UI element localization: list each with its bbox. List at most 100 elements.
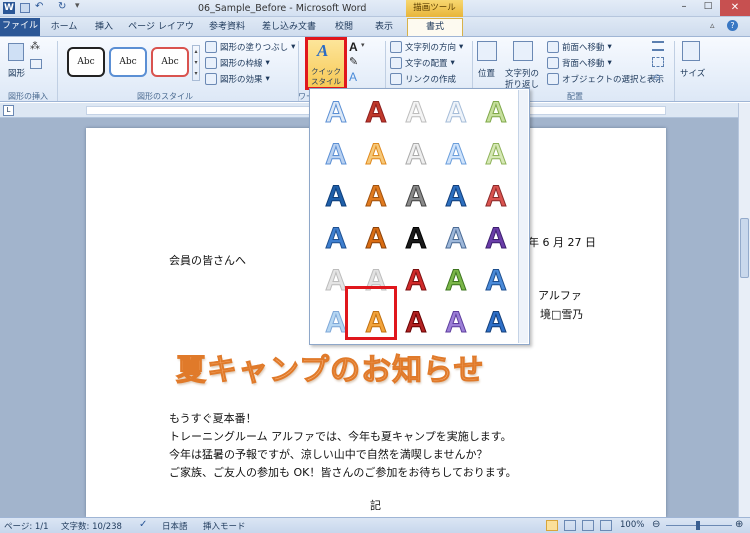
wordart-style-r2-c1[interactable]: A: [317, 136, 355, 174]
scroll-thumb[interactable]: [740, 218, 749, 278]
send-backward-button[interactable]: 背面へ移動 ▾: [547, 57, 612, 69]
page-count[interactable]: ページ: 1/1: [4, 520, 49, 532]
close-button[interactable]: ✕: [720, 0, 750, 16]
wordart-style-r4-c4[interactable]: A: [437, 220, 475, 258]
tab-selector[interactable]: L: [3, 105, 14, 116]
shapes-icon[interactable]: [8, 43, 24, 61]
shape-fill-button[interactable]: 図形の塗りつぶし ▾: [205, 41, 295, 53]
tab-home[interactable]: ホーム: [44, 19, 84, 36]
wordart-style-r3-c3[interactable]: A: [397, 178, 435, 216]
wordart-style-r6-c5[interactable]: A: [477, 304, 515, 342]
textbox-icon[interactable]: [30, 59, 42, 69]
zoom-slider-thumb[interactable]: [696, 521, 700, 530]
text-effects-icon[interactable]: A: [349, 70, 357, 84]
group-separator: [57, 41, 58, 101]
draft-icon[interactable]: [600, 520, 612, 531]
shape-style-black[interactable]: Abc: [67, 47, 105, 77]
wordart-style-r6-c3[interactable]: A: [397, 304, 435, 342]
word-count[interactable]: 文字数: 10/238: [61, 520, 122, 532]
wordart-style-r1-c1[interactable]: A: [317, 94, 355, 132]
wordart-style-r3-c1[interactable]: A: [317, 178, 355, 216]
wordart-style-r5-c4[interactable]: A: [437, 262, 475, 300]
wordart-style-r6-c4[interactable]: A: [437, 304, 475, 342]
wordart-style-r5-c5[interactable]: A: [477, 262, 515, 300]
rotate-icon[interactable]: ⟲: [652, 73, 660, 84]
wordart-style-r5-c3[interactable]: A: [397, 262, 435, 300]
tab-page-layout[interactable]: ページ レイアウト: [124, 19, 198, 48]
doc-sender-org[interactable]: アルファ: [538, 287, 582, 303]
wordart-title[interactable]: 夏キャンプのお知らせ: [176, 345, 485, 389]
wordart-style-r2-c3[interactable]: A: [397, 136, 435, 174]
zoom-in-icon[interactable]: ⊕: [735, 519, 743, 530]
text-outline-icon[interactable]: ✎: [349, 55, 358, 68]
gallery-scrollbar[interactable]: [518, 90, 528, 343]
wordart-style-r4-c2[interactable]: A: [357, 220, 395, 258]
zoom-out-icon[interactable]: ⊖: [652, 519, 660, 530]
bring-forward-button[interactable]: 前面へ移動 ▾: [547, 41, 612, 53]
doc-sender-name[interactable]: 境□雪乃: [540, 306, 583, 322]
print-layout-icon[interactable]: [546, 520, 558, 531]
zoom-level[interactable]: 100%: [620, 520, 644, 530]
wordart-style-r3-c2[interactable]: A: [357, 178, 395, 216]
text-direction-button[interactable]: 文字列の方向 ▾: [390, 41, 463, 53]
wordart-style-r1-c5[interactable]: A: [477, 94, 515, 132]
wordart-style-r4-c5[interactable]: A: [477, 220, 515, 258]
proofing-icon[interactable]: ✓: [139, 519, 147, 530]
doc-line-1[interactable]: もうすぐ夏本番！: [169, 410, 257, 426]
doc-date[interactable]: 年 6 月 27 日: [528, 234, 596, 250]
wordart-style-r2-c4[interactable]: A: [437, 136, 475, 174]
word-app-icon[interactable]: W: [3, 2, 15, 14]
edit-shape-icon[interactable]: ⁂: [30, 41, 40, 52]
wordart-gallery[interactable]: AAAAAAAAAAAAAAAAAAAAAAAAAAAAAA: [309, 88, 530, 345]
style-gallery-scroll[interactable]: ▴ ▾ ▾: [192, 45, 200, 81]
doc-line-2[interactable]: トレーニングルーム アルファでは、今年も夏キャンプを実施します。: [169, 428, 512, 444]
wrap-text-icon[interactable]: [513, 41, 533, 61]
shape-style-blue[interactable]: Abc: [109, 47, 147, 77]
create-link-button[interactable]: リンクの作成: [390, 73, 456, 85]
wordart-style-r2-c2[interactable]: A: [357, 136, 395, 174]
full-screen-icon[interactable]: [564, 520, 576, 531]
position-icon[interactable]: [477, 41, 497, 61]
doc-greeting[interactable]: 会員の皆さんへ: [169, 252, 246, 268]
size-icon[interactable]: [682, 41, 700, 61]
wordart-style-r1-c3[interactable]: A: [397, 94, 435, 132]
wordart-style-r1-c2[interactable]: A: [357, 94, 395, 132]
shape-effects-button[interactable]: 図形の効果 ▾: [205, 73, 270, 85]
group-icon[interactable]: [652, 57, 664, 67]
wordart-style-r3-c5[interactable]: A: [477, 178, 515, 216]
tab-view[interactable]: 表示: [366, 19, 402, 36]
tab-mailings[interactable]: 差し込み文書: [256, 19, 322, 36]
qat-dropdown-icon[interactable]: ▾: [75, 1, 80, 11]
wordart-style-r4-c1[interactable]: A: [317, 220, 355, 258]
wordart-style-r2-c5[interactable]: A: [477, 136, 515, 174]
minimize-button[interactable]: –: [672, 1, 696, 15]
align-icon[interactable]: [652, 41, 664, 51]
maximize-button[interactable]: □: [696, 1, 720, 15]
wordart-style-r3-c4[interactable]: A: [437, 178, 475, 216]
tab-format[interactable]: 書式: [407, 18, 463, 37]
language[interactable]: 日本語: [162, 520, 188, 532]
web-layout-icon[interactable]: [582, 520, 594, 531]
tab-references[interactable]: 参考資料: [202, 19, 252, 36]
tab-insert[interactable]: 挿入: [88, 19, 120, 36]
align-text-button[interactable]: 文字の配置 ▾: [390, 57, 455, 69]
selection-pane-button[interactable]: オブジェクトの選択と表示: [547, 73, 664, 85]
wordart-style-r4-c3[interactable]: A: [397, 220, 435, 258]
vertical-scrollbar[interactable]: [738, 103, 750, 517]
doc-line-4[interactable]: ご家族、ご友人の参加も OK！皆さんのご参加をお待ちしております。: [169, 464, 517, 480]
shape-style-red[interactable]: Abc: [151, 47, 189, 77]
undo-icon[interactable]: ↶: [35, 1, 43, 12]
doc-ki[interactable]: 記: [370, 497, 381, 513]
wordart-style-r1-c4[interactable]: A: [437, 94, 475, 132]
insert-mode[interactable]: 挿入モード: [203, 520, 246, 532]
text-fill-icon[interactable]: A: [349, 40, 358, 54]
ribbon-collapse-icon[interactable]: ▵: [710, 21, 715, 31]
save-icon[interactable]: [20, 3, 30, 13]
help-icon[interactable]: ?: [727, 20, 738, 31]
shape-outline-button[interactable]: 図形の枠線 ▾: [205, 57, 270, 69]
doc-line-3[interactable]: 今年は猛暑の予報ですが、涼しい山中で自然を満喫しませんか？: [169, 446, 487, 462]
redo-icon[interactable]: ↻: [58, 1, 66, 12]
tab-review[interactable]: 校閲: [326, 19, 362, 36]
tab-file[interactable]: ファイル: [0, 18, 40, 36]
text-fill-dropdown-icon[interactable]: ▾: [361, 41, 365, 49]
